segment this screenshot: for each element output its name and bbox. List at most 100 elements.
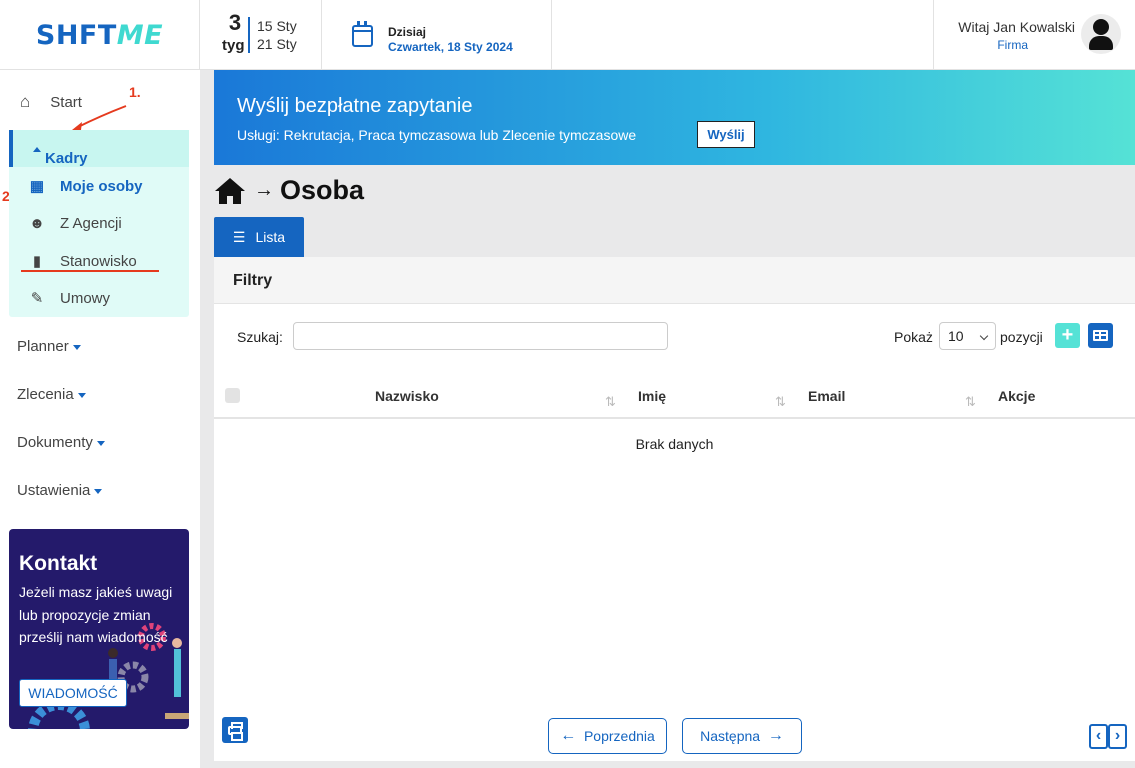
sidebar-item-stanowisko[interactable]: ▮ Stanowisko (26, 251, 137, 271)
column-header-imie[interactable]: Imię (638, 388, 666, 404)
today-label: Dzisiaj (388, 25, 427, 39)
column-header-akcje: Akcje (998, 388, 1036, 404)
home-icon[interactable] (214, 177, 246, 205)
caret-down-icon (77, 392, 86, 398)
sidebar-item-zlecenia[interactable]: Zlecenia (17, 386, 86, 403)
tab-label: Lista (255, 229, 286, 245)
week-end-date: 21 Sty (257, 36, 297, 52)
logo-text-part2: ME (116, 19, 164, 51)
table-header: Nazwisko ⇅ Imię ⇅ Email ⇅ Akcje (214, 374, 1135, 419)
list-panel: Filtry Szukaj: Pokaż 10 pozycji + Nazwis… (214, 257, 1135, 761)
contact-text: Jeżeli masz jakieś uwagi lub propozycje … (19, 584, 173, 645)
empty-table-message: Brak danych (635, 436, 714, 452)
list-icon: ☰ (232, 228, 246, 245)
sidebar-item-label: Dokumenty (17, 434, 93, 451)
sidebar-item-label: Stanowisko (60, 252, 137, 270)
breadcrumb: → Osoba (214, 175, 364, 206)
week-separator (248, 17, 250, 53)
caret-down-icon (96, 440, 105, 446)
user-menu[interactable]: Witaj Jan Kowalski Firma (933, 0, 1135, 70)
contact-card: Kontakt Jeżeli masz jakieś uwagi lub pro… (9, 529, 189, 729)
column-header-email[interactable]: Email (808, 388, 845, 404)
week-label: tyg (222, 37, 245, 54)
sidebar-item-label: Moje osoby (60, 177, 143, 195)
sidebar-item-label: Z Agencji (60, 214, 122, 232)
print-button[interactable] (222, 717, 248, 743)
sidebar: ⌂ Start 1. 2. Kadry ▦ Moje osoby ☻ Z Age… (0, 70, 200, 768)
page-size-suffix: pozycji (1000, 329, 1043, 345)
tab-lista[interactable]: ☰ Lista (214, 217, 304, 257)
sort-icon[interactable]: ⇅ (605, 394, 616, 410)
arrow-left-icon: ← (560, 727, 577, 744)
sidebar-item-planner[interactable]: Planner (17, 338, 81, 355)
search-label: Szukaj: (237, 329, 283, 345)
banner-send-button[interactable]: Wyślij (697, 121, 755, 148)
logo-container[interactable]: SHFTME (0, 0, 200, 70)
sidebar-item-moje-osoby[interactable]: ▦ Moje osoby (26, 176, 143, 196)
sidebar-item-z-agencji[interactable]: ☻ Z Agencji (26, 213, 122, 233)
banner-title: Wyślij bezpłatne zapytanie (237, 95, 473, 117)
calendar-icon (352, 21, 373, 47)
book-icon: ▮ (32, 253, 42, 270)
column-header-nazwisko[interactable]: Nazwisko (375, 388, 439, 404)
annotation-underline (21, 270, 159, 272)
page-size-select[interactable]: 10 (939, 322, 996, 350)
print-icon (228, 722, 243, 741)
table-view-button[interactable] (1088, 323, 1113, 348)
user-company: Firma (997, 38, 1028, 52)
add-person-button[interactable]: + (1055, 323, 1080, 348)
caret-down-icon (94, 488, 103, 494)
sort-icon[interactable]: ⇅ (775, 394, 786, 410)
kadry-menu-group: Kadry ▦ Moje osoby ☻ Z Agencji ▮ Stanowi… (9, 130, 189, 317)
today-indicator: Dzisiaj Czwartek, 18 Sty 2024 (322, 0, 552, 70)
scroll-left-button[interactable]: ‹ (1089, 724, 1108, 749)
filters-title: Filtry (233, 272, 273, 289)
user-greeting: Witaj Jan Kowalski (958, 19, 1075, 35)
next-page-label: Następna (700, 728, 761, 744)
sidebar-item-label: Planner (17, 338, 69, 355)
sidebar-item-label: Zlecenia (17, 386, 74, 403)
home-icon: ⌂ (20, 92, 31, 111)
next-page-button[interactable]: Następna → (682, 718, 802, 754)
avatar[interactable] (1081, 14, 1121, 54)
page-size-label: Pokaż (894, 329, 933, 345)
week-start-date: 15 Sty (257, 18, 297, 34)
sidebar-item-dokumenty[interactable]: Dokumenty (17, 434, 105, 451)
caret-up-icon (33, 146, 41, 152)
week-indicator: 3 tyg 15 Sty 21 Sty (200, 0, 322, 70)
sidebar-item-ustawienia[interactable]: Ustawienia (17, 482, 103, 499)
previous-page-label: Poprzednia (583, 728, 655, 744)
contact-title: Kontakt (19, 552, 98, 575)
id-card-icon: ▦ (29, 178, 45, 195)
user-icon-body (1089, 36, 1113, 50)
arrow-right-icon: → (254, 179, 274, 201)
filters-header[interactable]: Filtry (214, 257, 1135, 304)
annotation-step-1: 1. (129, 84, 141, 100)
contract-icon: ✎ (30, 290, 44, 307)
main-content: Wyślij bezpłatne zapytanie Usługi: Rekru… (200, 70, 1135, 768)
banner-subtitle: Usługi: Rekrutacja, Praca tymczasowa lub… (237, 127, 637, 143)
today-date: Czwartek, 18 Sty 2024 (388, 40, 513, 54)
table-icon (1093, 330, 1108, 341)
previous-page-button[interactable]: ← Poprzednia (548, 718, 667, 754)
logo-text-part1: SHFT (35, 19, 117, 51)
week-number: 3 (228, 10, 242, 35)
sidebar-item-label: Kadry (45, 150, 88, 167)
select-all-checkbox[interactable] (225, 388, 240, 403)
top-bar: SHFTME 3 tyg 15 Sty 21 Sty Dzisiaj Czwar… (0, 0, 1135, 70)
logo[interactable]: SHFTME (36, 20, 163, 51)
send-message-button[interactable]: WIADOMOŚĆ (19, 679, 127, 707)
arrow-right-icon: → (767, 727, 784, 744)
caret-down-icon (72, 344, 81, 350)
sidebar-item-kadry[interactable]: Kadry (9, 130, 189, 167)
scroll-right-button[interactable]: › (1108, 724, 1127, 749)
user-icon-head (1093, 19, 1109, 35)
sidebar-item-umowy[interactable]: ✎ Umowy (26, 288, 110, 308)
user-check-icon: ☻ (29, 214, 45, 232)
sort-icon[interactable]: ⇅ (965, 394, 976, 410)
promo-banner: Wyślij bezpłatne zapytanie Usługi: Rekru… (214, 70, 1135, 165)
sidebar-item-label: Ustawienia (17, 482, 91, 499)
page-title: Osoba (280, 175, 365, 205)
search-input[interactable] (293, 322, 668, 350)
sidebar-item-label: Umowy (60, 289, 111, 307)
